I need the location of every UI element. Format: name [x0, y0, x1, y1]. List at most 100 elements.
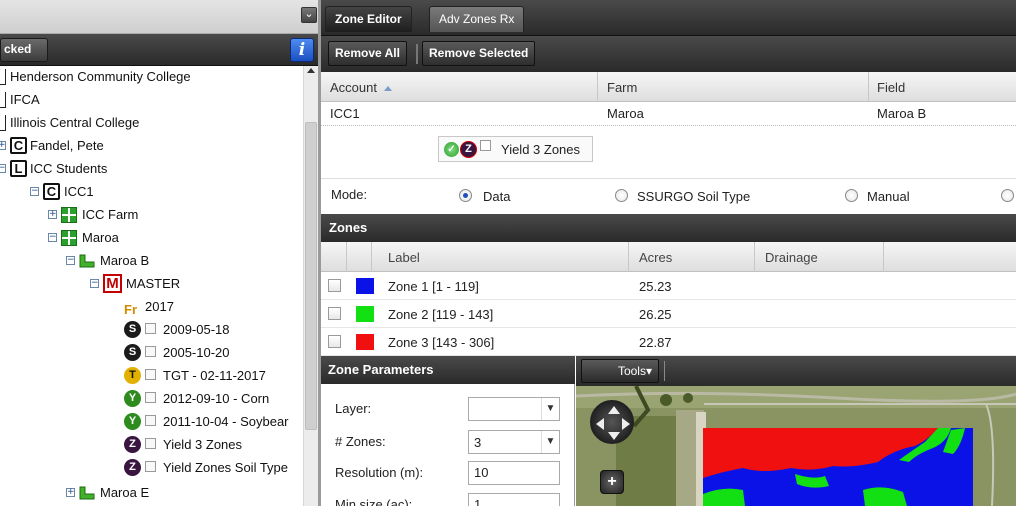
yield-icon: Y [124, 413, 141, 430]
tree-item-master[interactable]: − M MASTER [0, 273, 300, 295]
editor-toolbar: Remove All Remove Selected [321, 36, 1016, 72]
zone-layer-checkbox[interactable] [480, 140, 491, 151]
client-icon: C [10, 137, 27, 154]
pan-down-icon[interactable] [608, 432, 620, 440]
filter-dropdown-label: cked [4, 42, 32, 56]
layer-checkbox[interactable] [145, 438, 156, 449]
column-header-field[interactable]: Field [877, 80, 905, 95]
remove-all-button[interactable]: Remove All [328, 41, 407, 66]
table-row[interactable]: ICC1 Maroa Maroa B [321, 102, 1016, 126]
tree-item-maroa-e[interactable]: + Maroa E [0, 482, 300, 504]
expand-toggle-icon[interactable]: + [0, 141, 6, 150]
resolution-input[interactable]: 10 [468, 461, 560, 485]
radio-button[interactable] [1001, 189, 1014, 202]
layer-checkbox[interactable] [145, 323, 156, 334]
layer-checkbox[interactable] [145, 392, 156, 403]
layer-checkbox[interactable] [145, 369, 156, 380]
collapse-toggle-icon[interactable]: − [30, 187, 39, 196]
tab-adv-zones-rx[interactable]: Adv Zones Rx [429, 6, 525, 32]
collapse-toggle-icon[interactable]: − [48, 233, 57, 242]
radio-ssurgo[interactable]: SSURGO Soil Type [615, 185, 775, 207]
map-view[interactable]: + [576, 386, 1016, 506]
zone-overlay [703, 428, 973, 506]
zone-row-checkbox[interactable] [328, 335, 341, 348]
mode-label: Mode: [331, 187, 368, 202]
tree-item-icc-students[interactable]: − L ICC Students [0, 158, 300, 180]
tree-item-yield-corn[interactable]: Y 2012-09-10 - Corn [0, 388, 300, 410]
tree-item-yield-3-zones[interactable]: Z Yield 3 Zones [0, 434, 300, 456]
pan-control[interactable] [590, 400, 634, 444]
tree-item-2017[interactable]: Fr 2017 [0, 296, 300, 318]
radio-button-cutoff[interactable] [1001, 185, 1016, 207]
tree-item-tgt[interactable]: T TGT - 02-11-2017 [0, 365, 300, 387]
expand-toggle-icon[interactable]: + [66, 488, 75, 497]
tree-item-henderson[interactable]: Henderson Community College [0, 66, 300, 88]
grid-header: Account Farm Field [321, 72, 1016, 102]
expand-toggle-icon[interactable]: + [48, 210, 57, 219]
radio-data[interactable]: Data [459, 185, 579, 207]
tree-item-illinois-central[interactable]: Illinois Central College [0, 112, 300, 134]
radio-button[interactable] [615, 189, 628, 202]
tree-item-ifca[interactable]: IFCA [0, 89, 300, 111]
tree-connector [0, 115, 6, 131]
column-header-acres[interactable]: Acres [639, 250, 672, 265]
collapse-toggle-icon[interactable]: − [0, 164, 6, 173]
column-header-farm[interactable]: Farm [607, 80, 637, 95]
client-icon: L [10, 160, 27, 177]
info-icon[interactable]: i [290, 38, 314, 62]
radio-button[interactable] [845, 189, 858, 202]
scroll-up-icon[interactable] [307, 68, 315, 73]
zoom-in-button[interactable]: + [600, 470, 624, 494]
min-size-input[interactable]: 1 [468, 493, 560, 506]
tree-scrollbar[interactable] [303, 66, 318, 506]
zone-color-swatch[interactable] [356, 278, 374, 294]
pan-right-icon[interactable] [622, 418, 630, 430]
collapse-toggle-icon[interactable]: − [90, 279, 99, 288]
left-top-strip: ⌄ [0, 0, 320, 34]
column-header-drainage[interactable]: Drainage [765, 250, 818, 265]
layer-checkbox[interactable] [145, 461, 156, 472]
tree-item-yield-soybean[interactable]: Y 2011-10-04 - Soybear [0, 411, 300, 433]
layer-select[interactable]: ▼ [468, 397, 560, 421]
tree-item-maroa[interactable]: − Maroa [0, 227, 300, 249]
zone-acres: 25.23 [639, 279, 672, 294]
pan-left-icon[interactable] [596, 418, 604, 430]
filter-dropdown[interactable]: cked [0, 38, 48, 62]
tools-menu-button[interactable]: Tools▾ [581, 359, 659, 383]
tree-item-icc1[interactable]: − C ICC1 [0, 181, 300, 203]
toolbar-separator [664, 361, 665, 381]
zone-color-swatch[interactable] [356, 334, 374, 350]
radio-manual[interactable]: Manual [845, 185, 945, 207]
collapse-toggle-icon[interactable]: − [66, 256, 75, 265]
left-panel-header: cked i [0, 34, 320, 66]
collapse-panel-button[interactable]: ⌄ [301, 7, 317, 23]
cell-account: ICC1 [330, 106, 360, 121]
zones-count-select[interactable]: 3 ▼ [468, 430, 560, 454]
column-header-account[interactable]: Account [330, 80, 392, 95]
toolbar-separator [416, 44, 418, 64]
column-divider [346, 242, 347, 272]
tree-item-maroa-b[interactable]: − Maroa B [0, 250, 300, 272]
tree-item-fandel[interactable]: + C Fandel, Pete [0, 135, 300, 157]
zone-row-checkbox[interactable] [328, 279, 341, 292]
zone-color-swatch[interactable] [356, 306, 374, 322]
zone-layer-chip[interactable]: ✓ Z Yield 3 Zones [438, 136, 593, 162]
radio-button-checked[interactable] [459, 189, 472, 202]
tree-item-soil-2009[interactable]: S 2009-05-18 [0, 319, 300, 341]
zone-parameters-form: Layer: ▼ # Zones: 3 ▼ Resolution (m): 10… [321, 384, 575, 506]
tree-item-yield-zones-soil[interactable]: Z Yield Zones Soil Type [0, 457, 300, 479]
tab-zone-editor[interactable]: Zone Editor [325, 6, 412, 32]
column-header-label[interactable]: Label [388, 250, 420, 265]
layer-checkbox[interactable] [145, 415, 156, 426]
tree-item-label: Maroa E [100, 485, 150, 500]
zone-row[interactable]: Zone 2 [119 - 143] 26.25 [321, 300, 1016, 328]
remove-selected-button[interactable]: Remove Selected [422, 41, 536, 66]
scrollbar-thumb[interactable] [305, 122, 317, 430]
zone-row-checkbox[interactable] [328, 307, 341, 320]
zone-row[interactable]: Zone 1 [1 - 119] 25.23 [321, 272, 1016, 300]
tree-item-icc-farm[interactable]: + ICC Farm [0, 204, 300, 226]
layer-checkbox[interactable] [145, 346, 156, 357]
pan-up-icon[interactable] [608, 406, 620, 414]
tree-item-soil-2005[interactable]: S 2005-10-20 [0, 342, 300, 364]
zone-row[interactable]: Zone 3 [143 - 306] 22.87 [321, 328, 1016, 356]
